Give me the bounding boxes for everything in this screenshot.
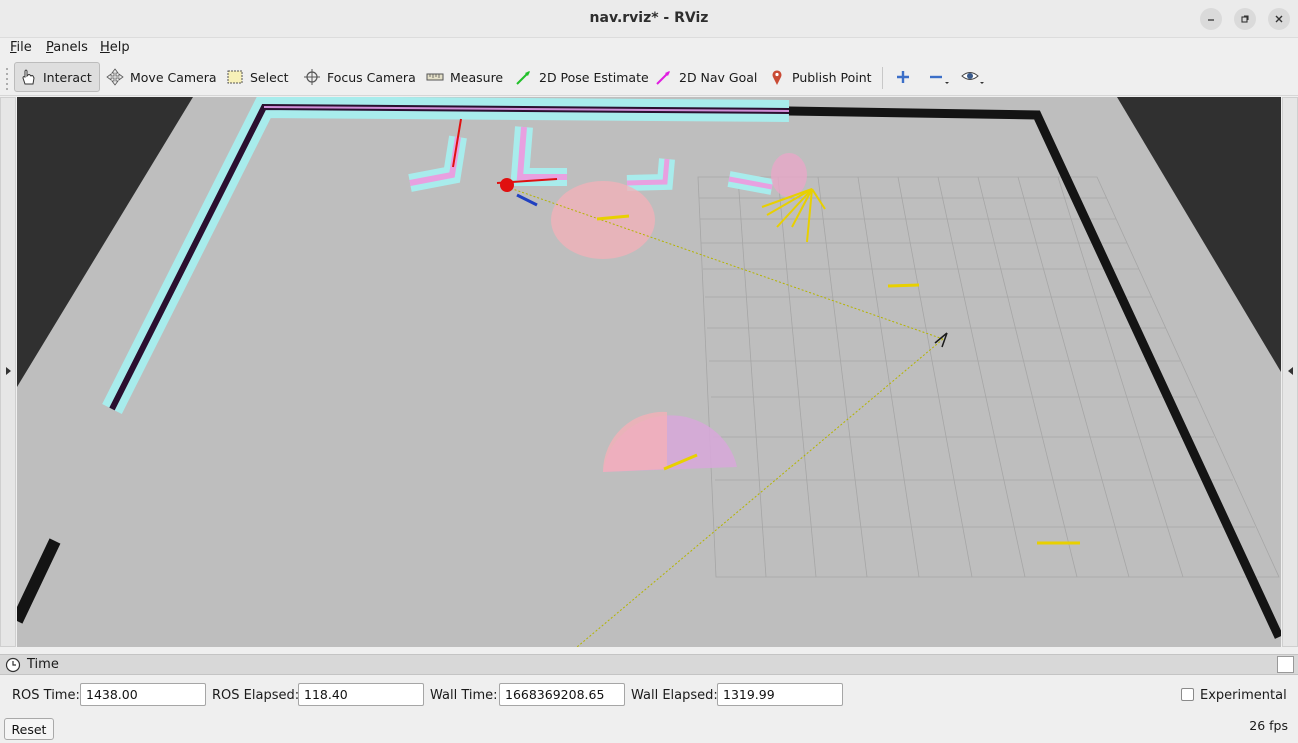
tool-2d-nav-goal[interactable]: 2D Nav Goal xyxy=(651,62,763,92)
tool-interact[interactable]: Interact xyxy=(14,62,100,92)
tool-label: 2D Nav Goal xyxy=(679,69,758,85)
map-scene xyxy=(17,97,1281,647)
fps-counter: 26 fps xyxy=(1249,718,1288,733)
tool-move-camera[interactable]: Move Camera xyxy=(102,62,223,92)
tool-label: Focus Camera xyxy=(327,69,416,85)
ground-grid xyxy=(697,176,1280,578)
tool-label: 2D Pose Estimate xyxy=(539,69,649,85)
toolbar: Interact Move Camera Select Focus Camera… xyxy=(0,59,1298,96)
title-bar: nav.rviz* - RViz xyxy=(0,0,1298,38)
chevron-right-icon xyxy=(6,367,11,375)
window-title: nav.rviz* - RViz xyxy=(589,10,709,26)
maximize-button[interactable] xyxy=(1234,8,1256,30)
time-panel-float-button[interactable] xyxy=(1277,656,1294,673)
ros-time-field[interactable] xyxy=(80,683,206,706)
menu-bar: File Panels Help xyxy=(0,38,1298,59)
move-camera-icon xyxy=(106,68,124,86)
magenta-arrow-icon xyxy=(656,71,670,85)
sensor-cones xyxy=(551,153,807,472)
ros-elapsed-field[interactable] xyxy=(298,683,424,706)
ruler-icon xyxy=(426,73,444,81)
wall-elapsed-field[interactable] xyxy=(717,683,843,706)
select-box-icon xyxy=(227,70,243,84)
menu-help[interactable]: Help xyxy=(100,40,130,55)
left-panel-toggle[interactable] xyxy=(0,97,16,647)
menu-file[interactable]: File xyxy=(10,40,32,55)
map-pin-icon xyxy=(772,70,782,85)
close-button[interactable] xyxy=(1268,8,1290,30)
planned-paths xyxy=(506,186,944,647)
toolbar-separator xyxy=(882,67,883,89)
tool-select[interactable]: Select xyxy=(222,62,295,92)
3d-viewport[interactable] xyxy=(17,97,1281,647)
hand-pointer-icon xyxy=(22,69,35,85)
minus-icon xyxy=(930,75,949,84)
wall-elapsed-label: Wall Elapsed: xyxy=(631,688,718,703)
reset-button[interactable]: Reset xyxy=(4,718,54,740)
view-options-button[interactable] xyxy=(956,62,996,92)
menu-panels[interactable]: Panels xyxy=(46,40,88,55)
tool-focus-camera[interactable]: Focus Camera xyxy=(299,62,422,92)
minimize-button[interactable] xyxy=(1200,8,1222,30)
obstacles xyxy=(408,126,774,195)
background-corner-left xyxy=(17,97,193,387)
experimental-label: Experimental xyxy=(1200,688,1287,703)
minimize-icon xyxy=(1208,19,1214,21)
tool-label: Publish Point xyxy=(792,69,872,85)
eye-icon xyxy=(961,72,984,84)
close-icon xyxy=(1275,15,1283,23)
add-tool-button[interactable] xyxy=(890,62,922,92)
tool-2d-pose-estimate[interactable]: 2D Pose Estimate xyxy=(511,62,655,92)
ros-time-label: ROS Time: xyxy=(12,688,80,703)
tool-label: Measure xyxy=(450,69,504,85)
tool-label: Select xyxy=(250,69,289,85)
wall-time-label: Wall Time: xyxy=(430,688,498,703)
ros-elapsed-label: ROS Elapsed: xyxy=(212,688,300,703)
tool-label: Interact xyxy=(43,69,92,85)
experimental-checkbox[interactable] xyxy=(1181,688,1194,701)
tool-label: Move Camera xyxy=(130,69,217,85)
tool-measure[interactable]: Measure xyxy=(422,62,509,92)
crosshair-icon xyxy=(304,69,320,85)
time-panel-title: Time xyxy=(27,657,59,672)
plus-icon xyxy=(897,71,909,83)
time-panel-header: Time xyxy=(0,654,1298,675)
wall-time-field[interactable] xyxy=(499,683,625,706)
right-panel-toggle[interactable] xyxy=(1282,97,1298,647)
toolbar-grip-icon xyxy=(6,68,8,90)
tool-publish-point[interactable]: Publish Point xyxy=(764,62,878,92)
green-arrow-icon xyxy=(516,71,530,85)
restore-icon xyxy=(1241,15,1249,23)
clock-icon xyxy=(5,657,21,673)
chevron-left-icon xyxy=(1288,367,1293,375)
